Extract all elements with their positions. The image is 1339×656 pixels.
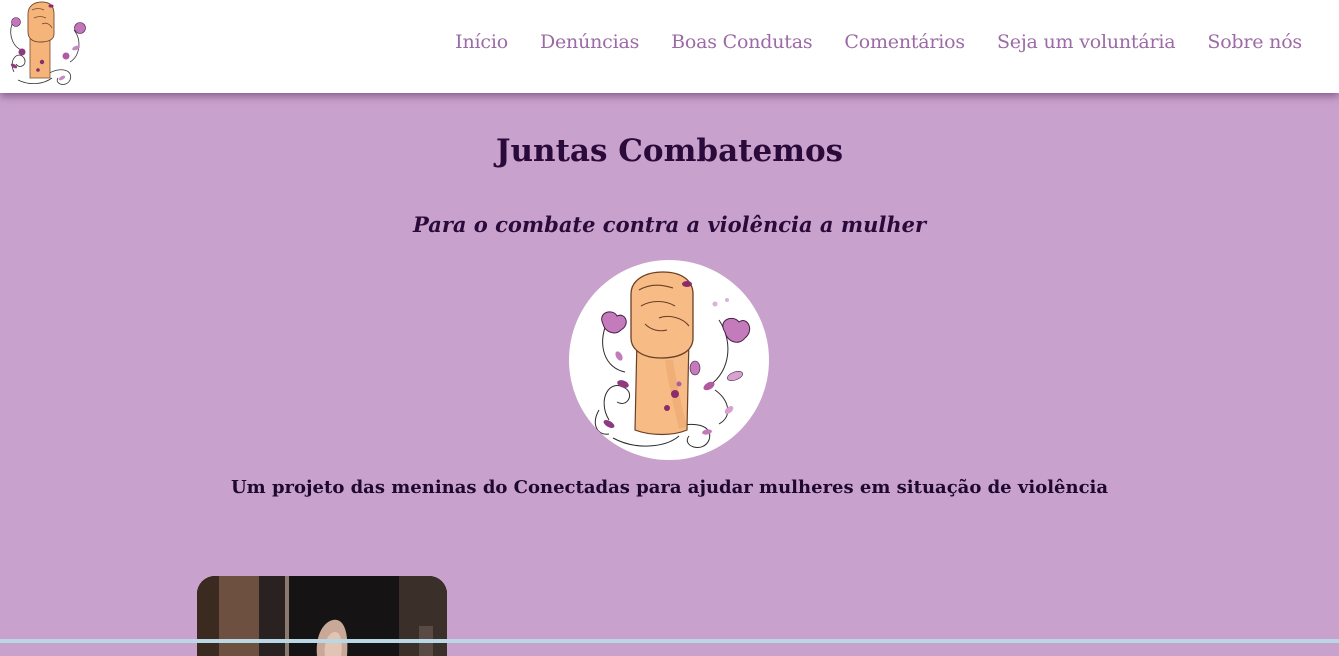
page-title: Juntas Combatemos <box>495 133 844 169</box>
page-subtitle: Para o combate contra a violência a mulh… <box>412 212 927 237</box>
nav-item-sobre-nos[interactable]: Sobre nós <box>1207 31 1302 53</box>
nav-item-voluntaria[interactable]: Seja um voluntária <box>997 31 1176 53</box>
raised-fist-flowers-icon <box>594 271 751 449</box>
featured-photo <box>197 576 447 656</box>
hero-section: Juntas Combatemos Para o combate contra … <box>0 93 1339 656</box>
raised-fist-logo-icon <box>10 1 86 85</box>
site-header: Início Denúncias Boas Condutas Comentári… <box>0 0 1339 93</box>
hero-logo <box>569 260 769 460</box>
nav-item-comentarios[interactable]: Comentários <box>844 31 965 53</box>
main-nav: Início Denúncias Boas Condutas Comentári… <box>455 31 1302 53</box>
nav-item-denuncias[interactable]: Denúncias <box>540 31 639 53</box>
site-logo[interactable] <box>4 0 92 90</box>
photo-image <box>197 576 447 656</box>
bottom-edge-strip <box>0 639 1339 643</box>
project-tagline: Um projeto das meninas do Conectadas par… <box>230 477 1109 498</box>
nav-item-inicio[interactable]: Início <box>455 31 508 53</box>
nav-item-boas-condutas[interactable]: Boas Condutas <box>671 31 812 53</box>
